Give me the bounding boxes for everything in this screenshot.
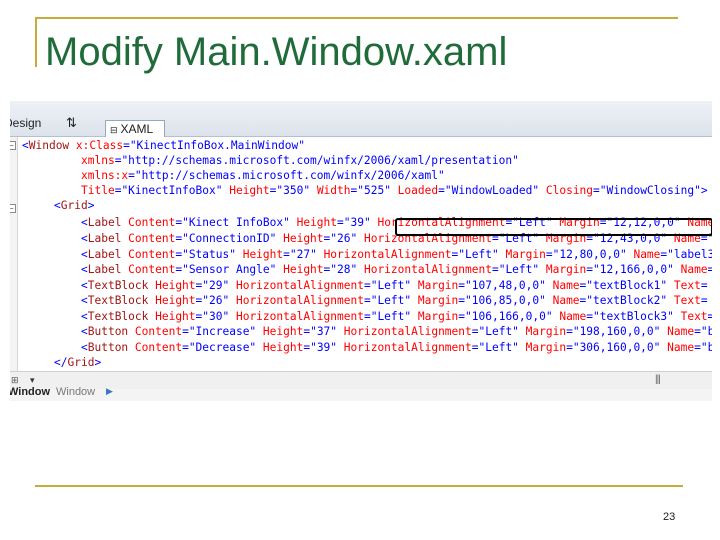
decorative-rule-left — [35, 17, 37, 67]
code-line: </Grid> — [54, 356, 102, 369]
tab-xaml-label: XAML — [120, 122, 154, 136]
collapse-pane-icon[interactable]: ⊟ — [110, 125, 118, 135]
decorative-rule-top — [35, 17, 678, 19]
code-line: Title="KinectInfoBox" Height="350" Width… — [81, 184, 708, 197]
xaml-designer-screenshot: Design ⇅ ⊟XAML − − <Window x:Class="Kine… — [10, 101, 712, 401]
code-line: <Window x:Class="KinectInfoBox.MainWindo… — [22, 139, 305, 152]
editor-gutter: − − — [10, 137, 18, 371]
fold-minus-icon[interactable]: − — [10, 204, 16, 213]
horizontal-scrollbar[interactable]: ⊞ ▾ ||| — [10, 371, 712, 389]
chevron-down-icon[interactable]: ▾ — [30, 375, 35, 386]
code-line: <Button Content="Increase" Height="37" H… — [81, 325, 712, 338]
tab-xaml[interactable]: ⊟ XAML — [105, 120, 165, 137]
code-line: <TextBlock Height="30" HorizontalAlignme… — [81, 310, 712, 323]
code-line: <Grid> — [54, 199, 95, 212]
breadcrumb: Window Window ▶ — [10, 386, 712, 401]
designer-tab-bar: Design ⇅ ⊟XAML — [10, 101, 712, 137]
code-line: <TextBlock Height="29" HorizontalAlignme… — [81, 279, 708, 292]
code-line: xmlns="http://schemas.microsoft.com/winf… — [81, 154, 519, 167]
tab-design[interactable]: Design — [10, 116, 41, 130]
decorative-rule-bottom — [35, 485, 683, 487]
breadcrumb-item-window-type[interactable]: Window — [56, 386, 95, 398]
swap-panes-icon[interactable]: ⇅ — [66, 115, 77, 131]
xaml-code-editor[interactable]: − − <Window x:Class="KinectInfoBox.MainW… — [10, 137, 712, 371]
fold-minus-icon[interactable]: − — [10, 141, 16, 150]
highlight-box-loaded-closing — [395, 218, 712, 236]
code-line: <Button Content="Decrease" Height="39" H… — [81, 341, 712, 354]
slide-title: Modify Main.Window.xaml — [45, 30, 508, 74]
page-number: 23 — [663, 511, 676, 523]
code-line: xmlns:x="http://schemas.microsoft.com/wi… — [81, 169, 445, 182]
scroll-grip-icon[interactable]: ||| — [655, 374, 661, 385]
breadcrumb-item-window[interactable]: Window — [10, 386, 50, 398]
code-line: <Label Content="Sensor Angle" Height="28… — [81, 263, 712, 276]
code-line: <TextBlock Height="26" HorizontalAlignme… — [81, 294, 708, 307]
zoom-icon[interactable]: ⊞ — [11, 375, 19, 386]
code-line: <Label Content="Status" Height="27" Hori… — [81, 248, 712, 261]
breadcrumb-arrow-icon[interactable]: ▶ — [106, 386, 113, 397]
